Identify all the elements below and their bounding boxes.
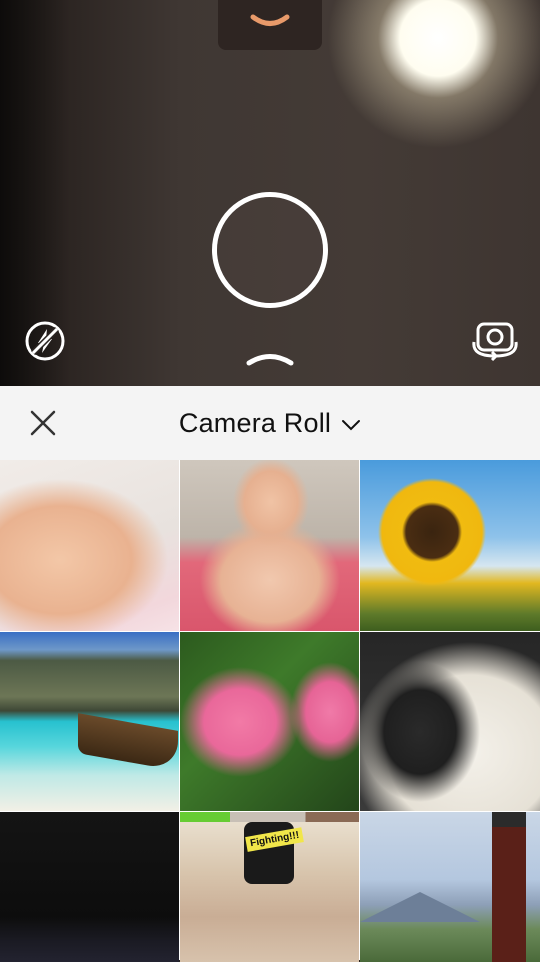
flash-off-icon[interactable]	[24, 320, 66, 362]
sticker: Fighting!!!	[244, 822, 305, 884]
photo-thumbnail-baby-in-tub[interactable]	[180, 460, 359, 631]
photo-thumbnail-pagoda-mount-fuji[interactable]	[360, 812, 540, 962]
sticker-label: Fighting!!!	[245, 827, 305, 852]
switch-camera-icon[interactable]	[468, 318, 522, 362]
city-lights	[0, 928, 179, 952]
camera-viewfinder	[0, 0, 540, 386]
photo-thumbnail-night-city[interactable]	[0, 812, 179, 962]
top-strip	[180, 812, 359, 822]
shutter-inner	[217, 197, 323, 303]
photo-grid: Fighting!!!	[0, 460, 540, 962]
collapse-tab[interactable]	[218, 0, 322, 50]
photo-thumbnail-beach-boat[interactable]	[0, 632, 179, 811]
photo-thumbnail-screenshot-sticker[interactable]: Fighting!!!	[180, 812, 359, 962]
chevron-down-icon	[250, 14, 290, 26]
photo-thumbnail-pink-hibiscus[interactable]	[180, 632, 359, 811]
pagoda	[492, 812, 526, 962]
chevron-up-icon[interactable]	[246, 350, 294, 366]
boat	[78, 713, 178, 771]
photo-thumbnail-snoopy-plush[interactable]	[360, 632, 540, 811]
photo-thumbnail-sunflower[interactable]	[360, 460, 540, 631]
mountain	[360, 892, 480, 922]
chevron-down-icon	[342, 420, 361, 431]
album-title: Camera Roll	[178, 407, 332, 438]
album-selector[interactable]: Camera Roll	[0, 386, 540, 460]
shutter-button[interactable]	[212, 192, 328, 308]
gallery-header: Camera Roll	[0, 386, 540, 461]
photo-thumbnail-sleeping-baby[interactable]	[0, 460, 179, 631]
